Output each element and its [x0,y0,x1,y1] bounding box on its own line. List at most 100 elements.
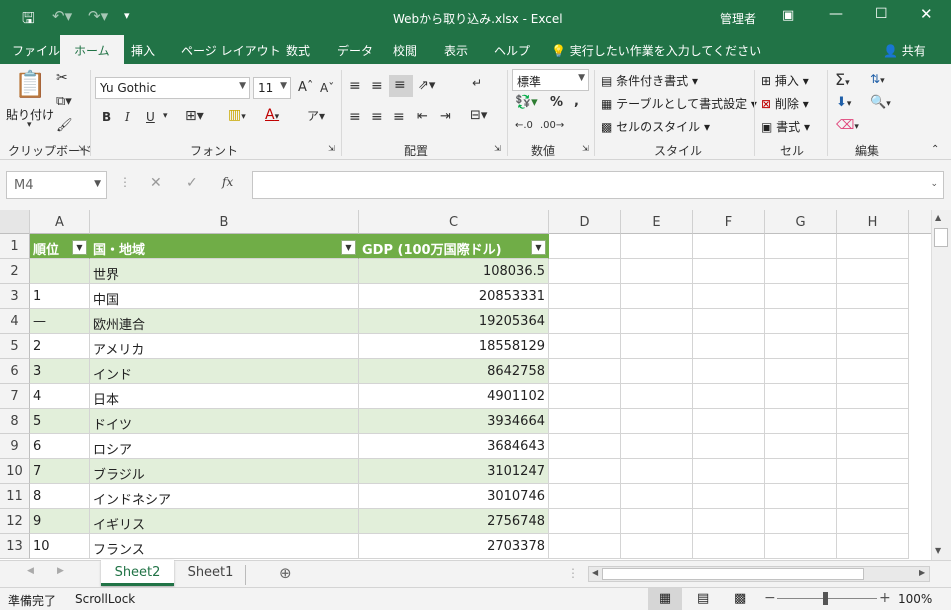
row-header[interactable]: 9 [0,434,30,459]
increase-indent-icon[interactable]: ⇥ [440,109,451,124]
cell-gdp[interactable]: 3684643 [359,434,549,459]
tab-home[interactable]: ホーム [60,35,124,64]
cell-gdp[interactable]: 3101247 [359,459,549,484]
close-icon[interactable]: ✕ [920,5,933,23]
percent-style-button[interactable]: % [550,95,563,110]
empty-cell[interactable] [837,484,909,509]
row-header[interactable]: 4 [0,309,30,334]
cell-country[interactable]: イギリス [90,509,359,534]
empty-cell[interactable] [837,534,909,559]
wrap-text-icon[interactable]: ↵ [472,76,482,90]
undo-icon[interactable]: ↶▾ [52,7,72,25]
redo-icon[interactable]: ↷▾ [88,7,108,25]
empty-cell[interactable] [621,434,693,459]
worksheet-grid[interactable]: A B C D E F G H 1 順位 ▼ 国・地域 ▼ GDP (100万国際ド… [0,210,931,560]
empty-cell[interactable] [765,409,837,434]
cell-country[interactable]: ドイツ [90,409,359,434]
empty-cell[interactable] [765,384,837,409]
merge-center-icon[interactable]: ⊟▾ [470,108,487,123]
cell-gdp[interactable]: 4901102 [359,384,549,409]
empty-cell[interactable] [549,459,621,484]
font-color-icon[interactable]: A▾ [265,107,279,123]
cell-rank[interactable]: 1 [30,284,90,309]
decrease-indent-icon[interactable]: ⇤ [417,109,428,124]
tab-split-grip-icon[interactable]: ⋮ [567,566,579,580]
tab-insert[interactable]: 挿入 [131,42,155,59]
empty-cell[interactable] [621,284,693,309]
insert-cells-button[interactable]: ⊞ 挿入 ▾ [761,72,809,89]
vertical-scroll-thumb[interactable] [934,228,948,247]
font-name-combo[interactable]: Yu Gothic ▼ [95,77,250,99]
cancel-icon[interactable]: ✕ [150,175,162,191]
name-box[interactable]: M4 ▼ [6,171,107,199]
empty-cell[interactable] [837,334,909,359]
page-break-view-icon[interactable]: ▩ [734,591,746,606]
cell-gdp[interactable]: 2703378 [359,534,549,559]
row-header[interactable]: 8 [0,409,30,434]
cell-gdp[interactable]: 108036.5 [359,259,549,284]
decrease-font-size-icon[interactable]: Aˇ [320,81,334,95]
align-middle-icon[interactable]: ≡ [371,78,383,94]
formula-input[interactable]: ⌄ [252,171,944,199]
number-format-combo[interactable]: 標準 ▼ [512,69,589,91]
empty-cell[interactable] [549,359,621,384]
tell-me-search[interactable]: 💡 実行したい作業を入力してください [551,42,761,59]
copy-icon[interactable]: ⧉▾ [56,94,72,109]
cell-rank[interactable]: 6 [30,434,90,459]
empty-cell[interactable] [765,434,837,459]
delete-cells-button[interactable]: ⊠ 削除 ▾ [761,95,809,112]
empty-cell[interactable] [693,284,765,309]
select-all-corner[interactable] [0,210,30,234]
cell-rank[interactable] [30,259,90,284]
empty-cell[interactable] [837,434,909,459]
ribbon-display-options-icon[interactable]: ▣ [782,8,794,23]
paste-dropdown-icon[interactable]: ▾ [27,120,32,130]
empty-cell[interactable] [765,309,837,334]
cell-country[interactable]: ブラジル [90,459,359,484]
cell-gdp[interactable]: 19205364 [359,309,549,334]
empty-cell[interactable] [549,409,621,434]
cell-gdp[interactable]: 8642758 [359,359,549,384]
orientation-icon[interactable]: ⇗▾ [418,78,435,93]
clipboard-launcher-icon[interactable]: ⇲ [78,144,85,153]
column-header-c[interactable]: C [359,210,549,234]
row-header[interactable]: 6 [0,359,30,384]
row-header[interactable]: 7 [0,384,30,409]
format-as-table-button[interactable]: ▦ テーブルとして書式設定 ▾ [601,95,757,112]
empty-cell[interactable] [765,459,837,484]
header-cell-gdp[interactable]: GDP (100万国際ドル) ▼ [359,234,549,259]
empty-cell[interactable] [621,484,693,509]
empty-cell[interactable] [621,459,693,484]
previous-sheet-icon[interactable]: ◀ [27,566,34,576]
cell-country[interactable]: 中国 [90,284,359,309]
empty-cell[interactable] [837,509,909,534]
maximize-icon[interactable]: ☐ [875,6,888,22]
column-header-d[interactable]: D [549,210,621,234]
share-button[interactable]: 👤 共有 [883,42,926,59]
sheet-tab-sheet1[interactable]: Sheet1 [176,565,246,585]
insert-function-button[interactable]: fx [222,175,233,189]
tab-help[interactable]: ヘルプ [494,42,530,59]
header-cell-country[interactable]: 国・地域 ▼ [90,234,359,259]
column-header-partial[interactable] [909,210,931,234]
cell-rank[interactable]: 7 [30,459,90,484]
row-header[interactable]: 12 [0,509,30,534]
align-top-icon[interactable]: ≡ [349,78,361,94]
empty-cell[interactable] [549,309,621,334]
bold-button[interactable]: B [102,110,111,124]
format-cells-button[interactable]: ▣ 書式 ▾ [761,118,810,135]
filter-dropdown-icon[interactable]: ▼ [341,240,356,255]
tab-page-layout[interactable]: ページ レイアウト [181,42,281,59]
enter-icon[interactable]: ✓ [186,175,198,191]
minimize-icon[interactable]: — [829,6,843,22]
comma-style-button[interactable]: , [574,94,579,109]
tab-file[interactable]: ファイル [12,42,60,59]
cell-rank[interactable]: 4 [30,384,90,409]
cell-country[interactable]: 欧州連合 [90,309,359,334]
empty-cell[interactable] [837,259,909,284]
horizontal-scroll-thumb[interactable] [602,568,864,580]
tab-data[interactable]: データ [337,42,373,59]
paste-icon[interactable]: 📋 [14,70,46,100]
cell-rank[interactable]: 3 [30,359,90,384]
align-left-icon[interactable]: ≡ [349,109,361,125]
